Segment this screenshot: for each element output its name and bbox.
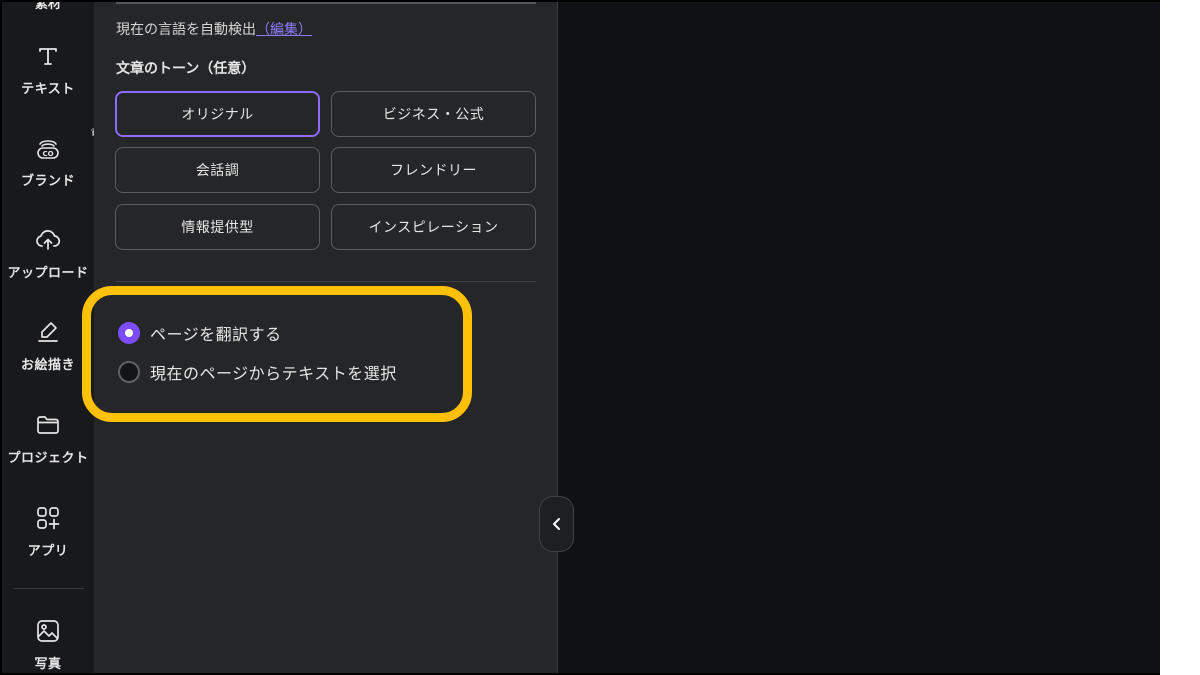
panel-divider xyxy=(116,281,536,282)
tone-section-title: 文章のトーン（任意） xyxy=(116,61,256,77)
chevron-left-icon xyxy=(552,518,560,530)
apps-icon xyxy=(34,504,62,532)
rail-item-photos[interactable]: 写真 xyxy=(2,617,94,672)
tone-button-friendly[interactable]: フレンドリー xyxy=(331,147,536,193)
rail-item-label: 写真 xyxy=(34,657,62,672)
tone-button-inspiration[interactable]: インスピレーション xyxy=(331,204,536,250)
folder-icon xyxy=(34,411,62,439)
rail-divider xyxy=(14,588,84,589)
rail-item-brand[interactable]: CO ♛ ブランド xyxy=(2,126,100,189)
language-detect-text: 現在の言語を自動検出 xyxy=(116,22,256,38)
rail-item-text[interactable]: テキスト xyxy=(2,42,94,97)
side-rail: 素材 テキスト CO ♛ ブランド xyxy=(2,2,100,673)
rail-item-draw[interactable]: お絵描き xyxy=(2,318,94,373)
rail-item-label: お絵描き xyxy=(20,358,75,373)
photo-icon xyxy=(34,617,62,645)
rail-item-label: テキスト xyxy=(21,82,75,97)
collapse-panel-button[interactable] xyxy=(539,496,574,552)
svg-text:CO: CO xyxy=(42,150,53,158)
rail-item-label: ブランド xyxy=(20,174,75,189)
rail-item-elements-label[interactable]: 素材 xyxy=(2,2,94,12)
rail-item-apps[interactable]: アプリ xyxy=(2,504,94,559)
upload-cloud-icon xyxy=(34,226,62,254)
language-detect-line: 現在の言語を自動検出（編集） xyxy=(116,19,312,39)
tone-button-informative[interactable]: 情報提供型 xyxy=(115,204,320,250)
app-window: 素材 テキスト CO ♛ ブランド xyxy=(0,0,1160,675)
rail-item-label: アプリ xyxy=(27,544,69,559)
rail-item-upload[interactable]: アップロード xyxy=(2,226,94,281)
tone-button-conversational[interactable]: 会話調 xyxy=(115,147,320,193)
draw-icon xyxy=(34,318,62,346)
brand-icon: CO ♛ xyxy=(34,126,100,162)
text-icon xyxy=(34,42,62,70)
rail-item-label: アップロード xyxy=(7,266,89,281)
annotation-highlight-box xyxy=(82,286,472,422)
rail-item-label: プロジェクト xyxy=(7,451,89,466)
panel-top-border xyxy=(116,2,536,4)
rail-item-projects[interactable]: プロジェクト xyxy=(2,411,94,466)
tone-button-business[interactable]: ビジネス・公式 xyxy=(331,91,536,137)
tone-button-original[interactable]: オリジナル xyxy=(115,91,320,137)
language-edit-link[interactable]: （編集） xyxy=(256,22,312,38)
